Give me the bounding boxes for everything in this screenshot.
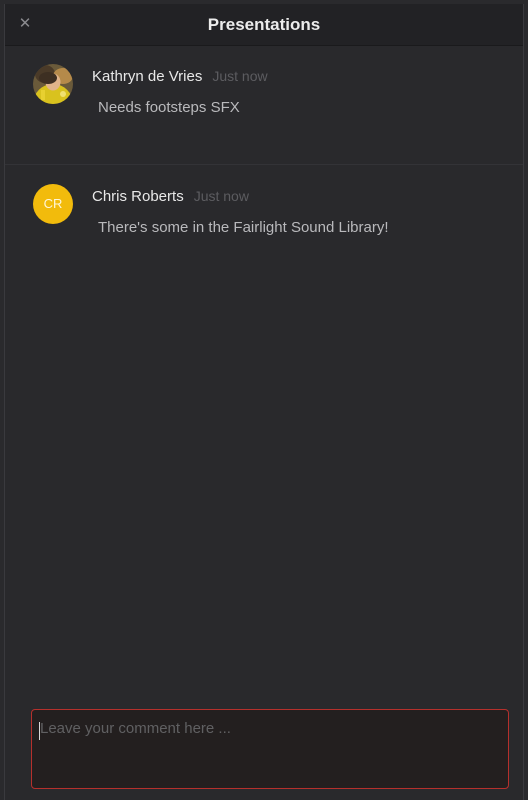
text-caret [39,722,40,740]
comment-text: Needs footsteps SFX [98,99,240,116]
user-photo-icon [33,64,73,104]
author-name: Kathryn de Vries [92,68,203,85]
comment-author: Kathryn de Vries Just now [92,68,268,85]
presentations-panel: ✕ Presentations Kathryn de Vries Just now… [4,4,524,800]
comment-timestamp: Just now [212,68,268,84]
avatar-initials: CR [43,196,63,211]
comment-timestamp: Just now [193,188,249,204]
avatar[interactable] [33,64,73,104]
comment-author: Chris Roberts Just now [92,188,249,205]
close-icon: ✕ [18,15,32,32]
author-name: Chris Roberts [92,188,184,205]
comment-input[interactable] [32,710,508,788]
comment-text: There's some in the Fairlight Sound Libr… [98,219,389,236]
comment-input-box[interactable] [31,709,509,789]
avatar[interactable]: CR [33,184,73,224]
comment-item[interactable]: CR Chris Roberts Just now There's some in… [5,166,523,286]
panel-title: Presentations [207,15,321,34]
title-bar: ✕ Presentations [5,4,523,46]
close-button[interactable]: ✕ [15,14,35,34]
comment-item[interactable]: Kathryn de Vries Just now Needs footsteps… [5,46,523,165]
